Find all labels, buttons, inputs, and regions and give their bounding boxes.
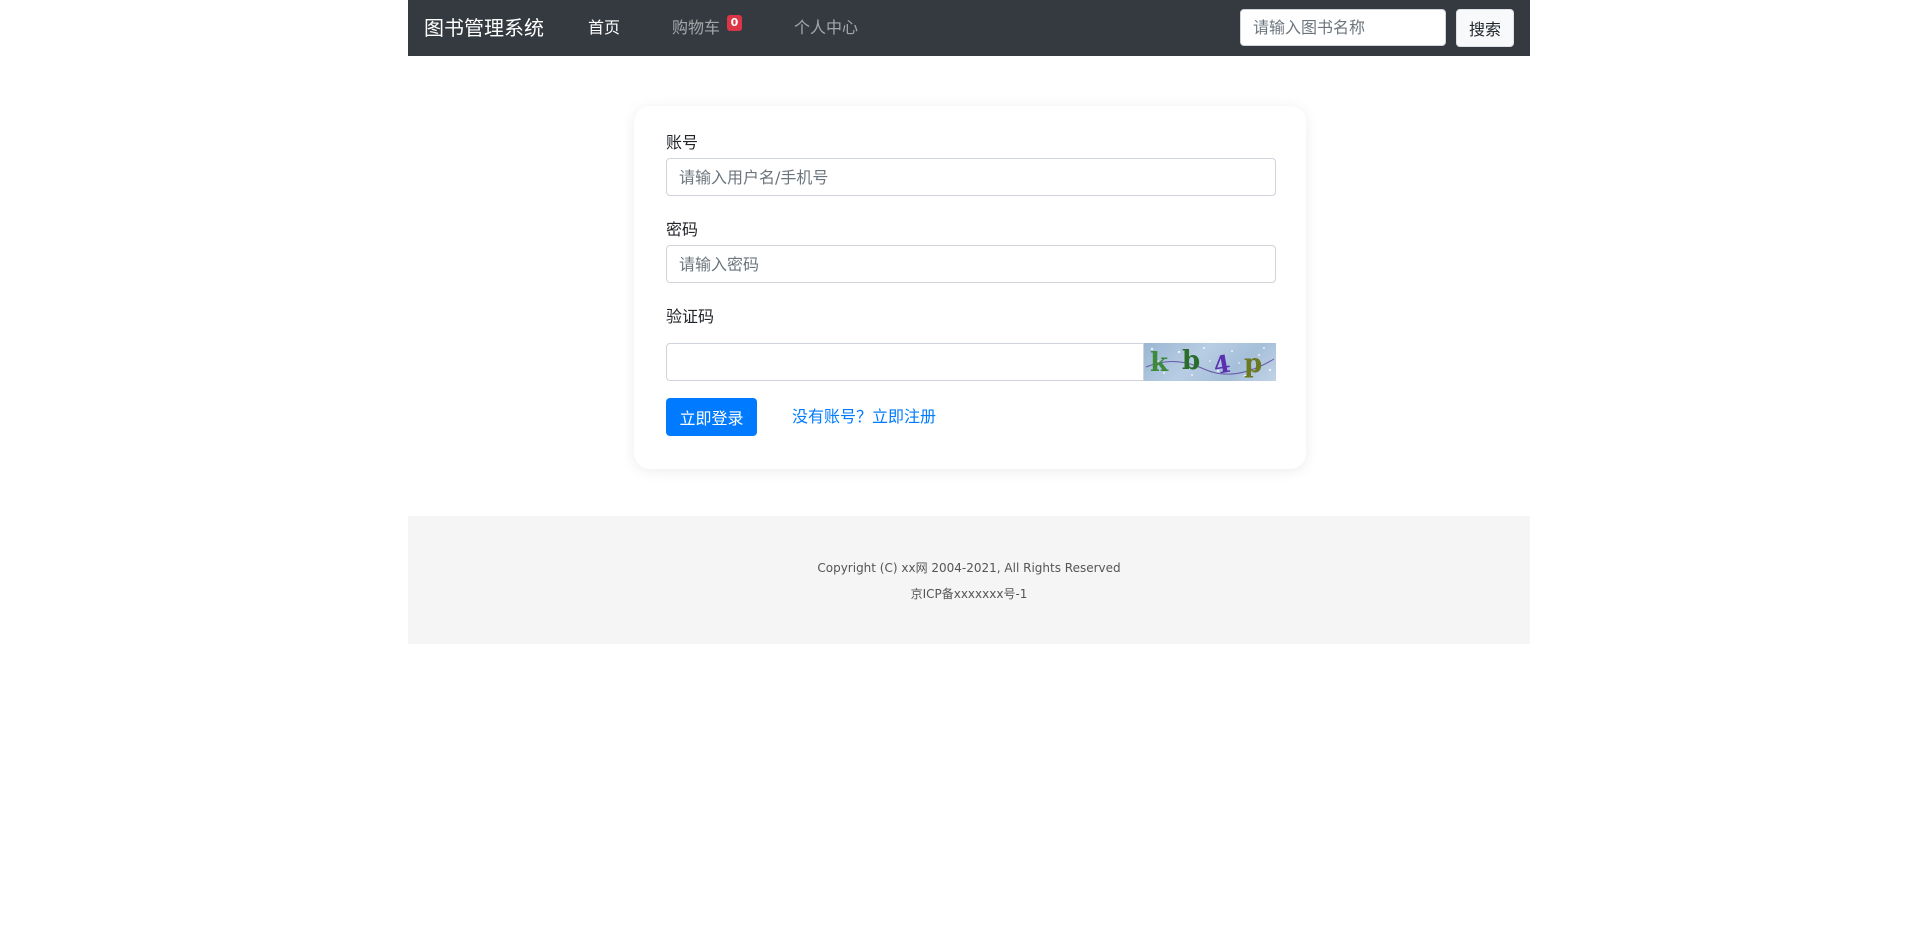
password-label: 密码 bbox=[666, 220, 699, 239]
page-footer: Copyright (C) xx网 2004-2021, All Rights … bbox=[408, 516, 1530, 644]
nav-home-link[interactable]: 首页 bbox=[588, 17, 620, 39]
cart-count-badge: 0 bbox=[727, 15, 742, 31]
captcha-char-1: k bbox=[1150, 348, 1169, 378]
captcha-input[interactable] bbox=[666, 343, 1144, 381]
login-card: 账号 密码 验证码 k b 4 p 立即登录 没有账号？ bbox=[634, 106, 1306, 469]
captcha-graphic: k b 4 p bbox=[1145, 346, 1275, 380]
login-button[interactable]: 立即登录 bbox=[666, 398, 757, 436]
brand-title[interactable]: 图书管理系统 bbox=[424, 14, 544, 42]
copyright-text: Copyright (C) xx网 2004-2021, All Rights … bbox=[817, 561, 1121, 575]
captcha-char-3: 4 bbox=[1211, 349, 1232, 380]
nav-cart-link[interactable]: 购物车 bbox=[672, 17, 720, 39]
password-input[interactable] bbox=[666, 245, 1276, 283]
top-navbar: 图书管理系统 首页 购物车 0 个人中心 搜索 bbox=[408, 0, 1530, 56]
account-input[interactable] bbox=[666, 158, 1276, 196]
icp-text: 京ICP备xxxxxxx号-1 bbox=[910, 587, 1028, 601]
captcha-image[interactable]: k b 4 p bbox=[1144, 343, 1276, 381]
book-search-input[interactable] bbox=[1240, 9, 1446, 46]
account-label: 账号 bbox=[666, 133, 699, 152]
captcha-char-4: p bbox=[1244, 349, 1262, 379]
captcha-char-2: b bbox=[1182, 346, 1200, 376]
nav-profile-link[interactable]: 个人中心 bbox=[794, 17, 858, 39]
search-button[interactable]: 搜索 bbox=[1456, 9, 1514, 47]
captcha-label: 验证码 bbox=[666, 307, 715, 326]
register-link[interactable]: 没有账号？立即注册 bbox=[792, 406, 936, 428]
